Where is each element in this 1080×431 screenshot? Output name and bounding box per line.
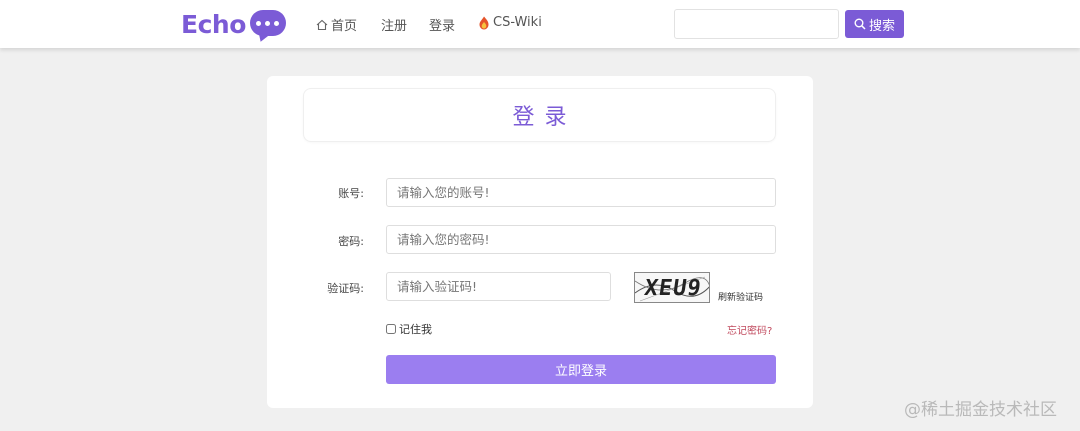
remember-me-label: 记住我 — [399, 323, 432, 336]
brand-name: Echo — [181, 9, 246, 39]
login-title: 登录 — [512, 105, 577, 130]
search-input[interactable] — [674, 9, 839, 39]
captcha-label: 验证码: — [327, 282, 364, 295]
watermark: @稀土掘金技术社区 — [904, 400, 1057, 420]
captcha-input[interactable] — [386, 272, 611, 301]
search-button-label: 搜索 — [868, 18, 895, 34]
chat-bubble-icon — [249, 10, 286, 36]
search-icon — [854, 18, 866, 30]
password-label: 密码: — [338, 235, 364, 248]
home-icon — [316, 19, 328, 30]
nav-link-register-label: 注册 — [381, 19, 408, 34]
nav-link-register[interactable]: 注册 — [381, 15, 407, 34]
forgot-password-link[interactable]: 忘记密码? — [727, 322, 772, 337]
login-title-box: 登录 — [303, 88, 776, 142]
nav-link-cs-wiki-label: CS-Wiki — [493, 15, 542, 30]
brand-logo[interactable]: Echo — [181, 8, 286, 40]
captcha-image[interactable]: XEU9 — [634, 272, 710, 303]
search-button[interactable]: 搜索 — [845, 10, 904, 38]
nav-link-home-label: 首页 — [331, 19, 358, 34]
remember-me[interactable]: 记住我 — [386, 321, 432, 337]
account-input[interactable] — [386, 178, 776, 207]
remember-me-checkbox[interactable] — [386, 324, 396, 334]
nav-link-cs-wiki[interactable]: CS-Wiki — [478, 15, 542, 30]
refresh-captcha-link[interactable]: 刷新验证码 — [718, 290, 763, 303]
password-input[interactable] — [386, 225, 776, 254]
navbar: Echo 首页 注册 登录 CS-Wiki 搜索 — [0, 0, 1080, 48]
flame-icon — [479, 16, 489, 29]
nav-link-login-label: 登录 — [429, 19, 456, 34]
login-submit-button[interactable]: 立即登录 — [386, 355, 776, 384]
account-label: 账号: — [338, 187, 364, 200]
nav-link-home[interactable]: 首页 — [316, 15, 357, 34]
nav-link-login[interactable]: 登录 — [429, 15, 455, 34]
captcha-text: XEU9 — [642, 276, 704, 301]
